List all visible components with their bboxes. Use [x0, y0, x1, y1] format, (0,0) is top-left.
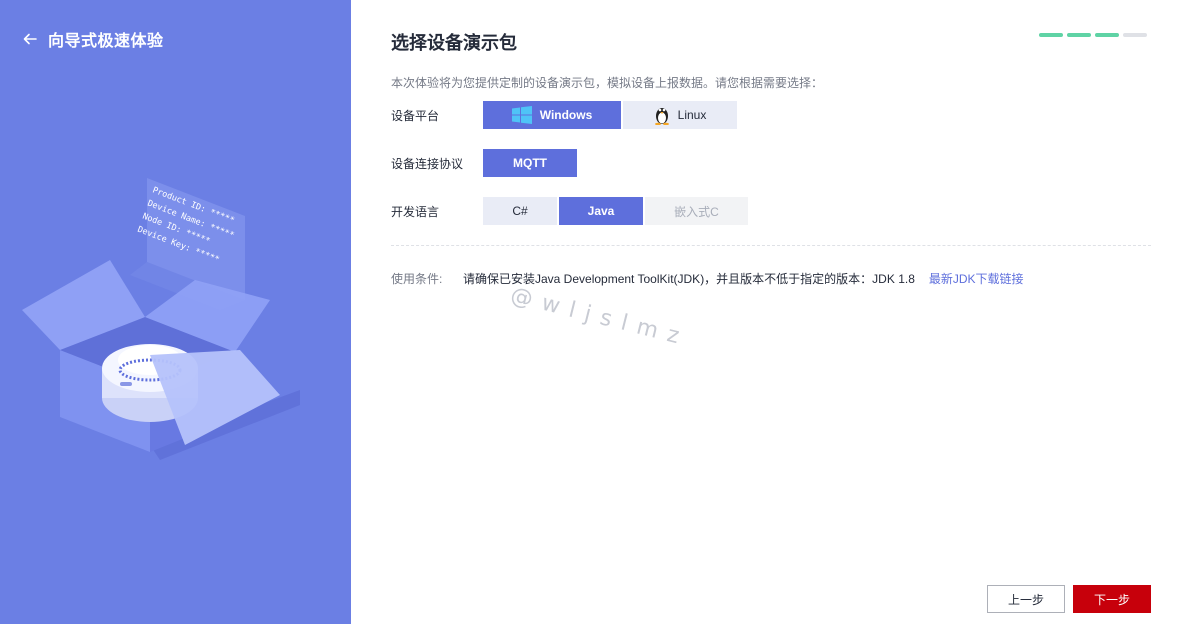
platform-row: 设备平台 Windows Linux: [391, 101, 739, 129]
usage-condition: 使用条件: 请确保已安装Java Development ToolKit(JDK…: [391, 270, 1024, 287]
language-row: 开发语言 C# Java 嵌入式C: [391, 197, 750, 225]
linux-penguin-icon: [654, 105, 670, 125]
sidebar: 向导式极速体验 Product ID: ***** Device Name: *…: [0, 0, 351, 624]
usage-condition-text: 请确保已安装Java Development ToolKit(JDK)，并且版本…: [463, 272, 915, 286]
prev-step-button[interactable]: 上一步: [987, 585, 1065, 613]
language-option-embedded-c: 嵌入式C: [645, 197, 748, 225]
language-option-csharp-label: C#: [512, 204, 528, 218]
step-1: [1039, 33, 1063, 37]
platform-option-windows-label: Windows: [539, 108, 593, 122]
device-box-illustration: Product ID: ***** Device Name: ***** Nod…: [22, 178, 300, 460]
platform-option-linux[interactable]: Linux: [623, 101, 737, 129]
windows-icon: [511, 106, 532, 124]
sidebar-title: 向导式极速体验: [48, 33, 164, 50]
language-option-embedded-c-label: 嵌入式C: [674, 204, 719, 219]
language-option-java[interactable]: Java: [559, 197, 643, 225]
platform-option-windows[interactable]: Windows: [483, 101, 621, 129]
arrow-left-icon: [23, 33, 37, 45]
usage-condition-label: 使用条件:: [391, 272, 443, 286]
protocol-option-mqtt-label: MQTT: [513, 156, 547, 170]
language-option-csharp[interactable]: C#: [483, 197, 557, 225]
protocol-option-mqtt[interactable]: MQTT: [483, 149, 577, 177]
back-button[interactable]: 向导式极速体验: [22, 27, 164, 51]
step-4: [1123, 33, 1147, 37]
platform-option-linux-label: Linux: [677, 108, 707, 122]
page-description: 本次体验将为您提供定制的设备演示包，模拟设备上报数据。请您根据需要选择：: [391, 76, 824, 90]
jdk-download-link[interactable]: 最新JDK下载链接: [929, 270, 1024, 287]
step-2: [1067, 33, 1091, 37]
language-option-java-label: Java: [587, 204, 615, 218]
protocol-label: 设备连接协议: [391, 156, 464, 171]
next-step-button[interactable]: 下一步: [1073, 585, 1151, 613]
section-divider: [391, 245, 1151, 246]
watermark-text: @wljslmz: [507, 283, 692, 352]
protocol-row: 设备连接协议 MQTT: [391, 149, 579, 177]
page-title: 选择设备演示包: [391, 33, 517, 53]
step-3: [1095, 33, 1119, 37]
platform-label: 设备平台: [391, 108, 440, 123]
language-label: 开发语言: [391, 204, 440, 219]
main-content: 选择设备演示包 本次体验将为您提供定制的设备演示包，模拟设备上报数据。请您根据需…: [351, 0, 1187, 624]
step-indicator: [1039, 33, 1151, 37]
